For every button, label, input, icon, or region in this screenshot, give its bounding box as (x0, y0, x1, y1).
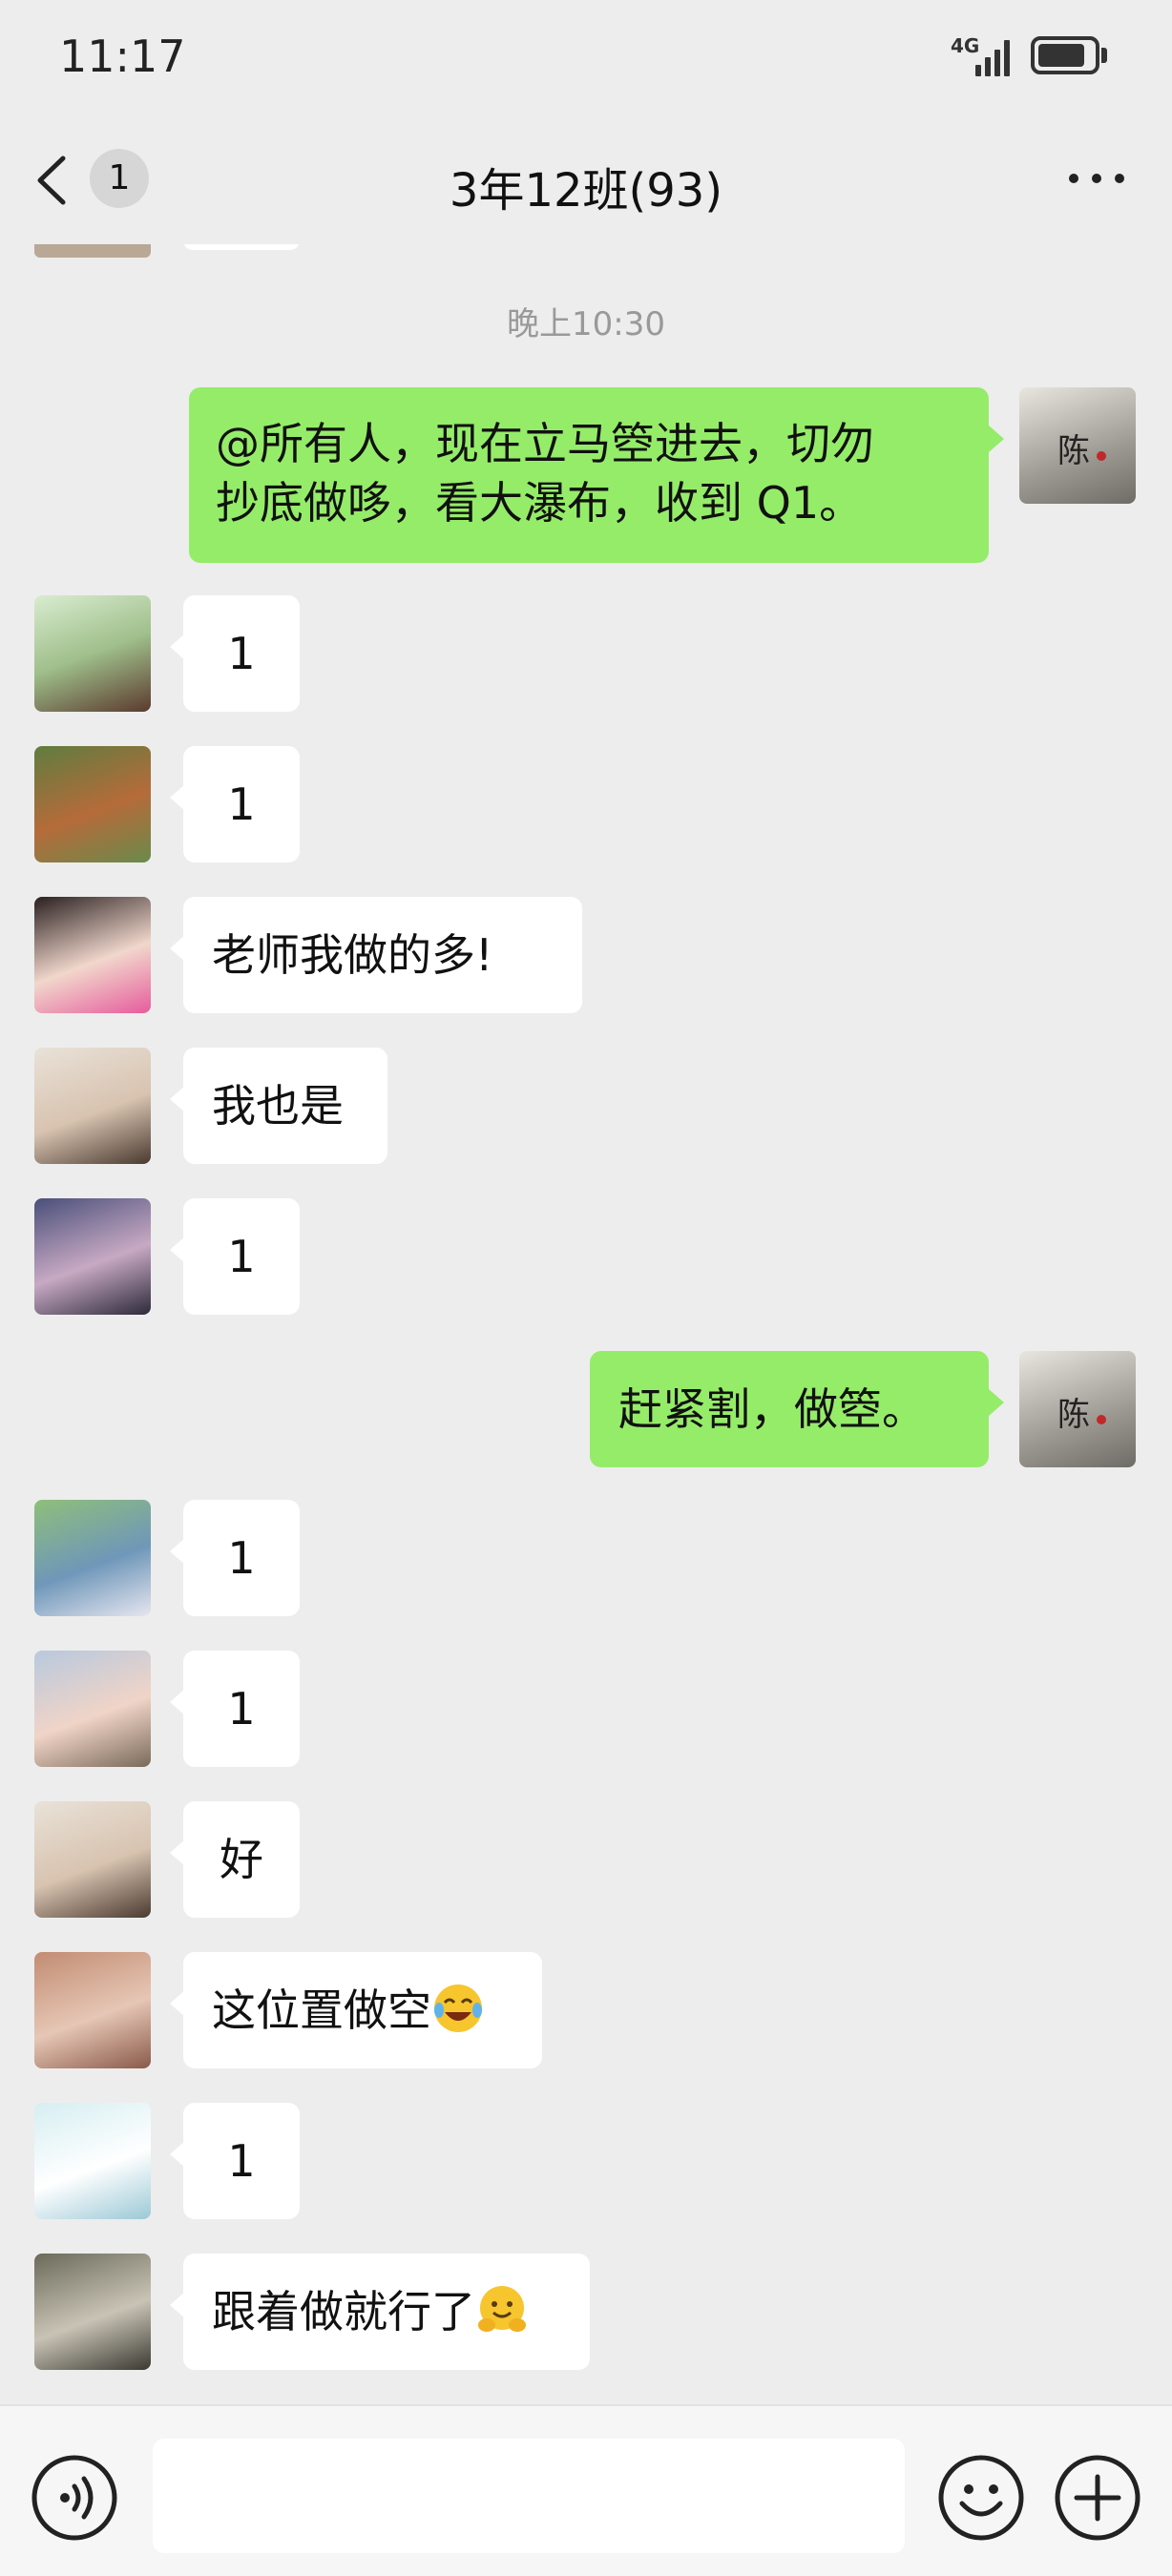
outgoing-message: 陈 赶紧割，做箜。 (0, 1351, 1172, 1467)
incoming-message: 1 (0, 1198, 1172, 1315)
incoming-message: 1 (0, 595, 1172, 712)
smiling-girl-avatar[interactable] (34, 897, 151, 1013)
incoming-message: 老师我做的多! (0, 897, 1172, 1013)
svg-text:陈: 陈 (1057, 432, 1090, 470)
message-text: 1 (227, 1532, 256, 1584)
incoming-message: 1 (0, 1500, 1172, 1616)
incoming-message: 1 (0, 2103, 1172, 2219)
outgoing-message: 陈 @所有人，现在立马箜进去，切勿 抄底做哆，看大瀑布，收到 Q1。 (0, 387, 1172, 563)
message-text: 1 (227, 1231, 256, 1282)
battery-tip (1101, 48, 1107, 63)
message-bubble[interactable]: 赶紧割，做箜。 (590, 1351, 1004, 1467)
message-bubble[interactable]: 跟着做就行了 (170, 2254, 590, 2370)
message-bubble[interactable]: 1 (170, 746, 300, 862)
chat-header: 1 3年12班(93) (0, 114, 1172, 244)
white-dress-hat-avatar[interactable] (34, 2103, 151, 2219)
message-text: 我也是 (212, 1080, 344, 1132)
street-woman-avatar[interactable] (34, 2254, 151, 2370)
message-bubble[interactable]: 这位置做空 (170, 1952, 542, 2068)
woman-portrait-avatar[interactable] (34, 1952, 151, 2068)
message-text: 1 (227, 1683, 256, 1735)
message-input[interactable] (153, 2439, 905, 2553)
flower-avatar[interactable] (34, 1651, 151, 1767)
emoji-icon[interactable] (937, 2454, 1025, 2542)
message-bubble[interactable]: 好 (170, 1801, 300, 1918)
glasses-girl-avatar[interactable] (34, 1048, 151, 1164)
message-bubble[interactable]: 1 (170, 1198, 300, 1315)
hugging-face-icon (475, 2283, 529, 2337)
previous-bubble-peek (183, 244, 300, 250)
ink-painting-chen-avatar[interactable]: 陈 (1019, 1351, 1136, 1467)
input-bar (0, 2404, 1172, 2576)
previous-avatar-peek (34, 244, 151, 258)
girl-back-avatar[interactable] (34, 595, 151, 712)
signal-icon (972, 38, 1014, 76)
tears-of-joy-icon (431, 1982, 485, 2035)
message-text: 老师我做的多! (212, 929, 493, 981)
message-text: 好 (220, 1834, 263, 1885)
message-bubble[interactable]: 1 (170, 595, 300, 712)
incoming-message: 1 (0, 1651, 1172, 1767)
chat-title: 3年12班(93) (449, 164, 723, 218)
incoming-message: 1 (0, 746, 1172, 862)
redhead-woman-avatar[interactable] (34, 746, 151, 862)
message-bubble[interactable]: 我也是 (170, 1048, 387, 1164)
message-text: 赶紧割，做箜。 (618, 1383, 926, 1435)
glasses-girl-avatar[interactable] (34, 1801, 151, 1918)
message-text: 1 (227, 2135, 256, 2187)
more-options-icon[interactable] (1059, 153, 1136, 200)
message-bubble[interactable]: 老师我做的多! (170, 897, 582, 1013)
time-divider: 晚上10:30 (507, 305, 665, 343)
voice-input-icon[interactable] (31, 2454, 118, 2542)
message-bubble[interactable]: 1 (170, 1651, 300, 1767)
incoming-message: 我也是 (0, 1048, 1172, 1164)
message-text: 这位置做空 (212, 1984, 431, 2036)
incoming-message: 这位置做空 (0, 1952, 1172, 2068)
incoming-message: 好 (0, 1801, 1172, 1918)
status-time: 11:17 (59, 31, 186, 82)
incoming-message: 跟着做就行了 (0, 2254, 1172, 2370)
message-text: 1 (227, 779, 256, 830)
message-bubble[interactable]: 1 (170, 1500, 300, 1616)
message-bubble[interactable]: 1 (170, 2103, 300, 2219)
svg-text:陈: 陈 (1057, 1396, 1090, 1434)
message-list[interactable]: 晚上10:30 陈 @所有人，现在立马箜进去，切勿 抄底做哆，看大瀑布，收到 Q1… (0, 244, 1172, 2404)
couple-avatar[interactable] (34, 1500, 151, 1616)
lying-girl-avatar[interactable] (34, 1198, 151, 1315)
battery-icon (1031, 36, 1099, 74)
message-text: 1 (227, 628, 256, 679)
message-bubble[interactable]: @所有人，现在立马箜进去，切勿 抄底做哆，看大瀑布，收到 Q1。 (189, 387, 1004, 563)
add-attachment-icon[interactable] (1054, 2454, 1141, 2542)
message-text: @所有人，现在立马箜进去，切勿 抄底做哆，看大瀑布，收到 Q1。 (216, 418, 874, 529)
status-bar: 11:17 4G (0, 0, 1172, 114)
ink-painting-chen-avatar[interactable]: 陈 (1019, 387, 1136, 504)
message-text: 跟着做就行了 (212, 2286, 475, 2337)
